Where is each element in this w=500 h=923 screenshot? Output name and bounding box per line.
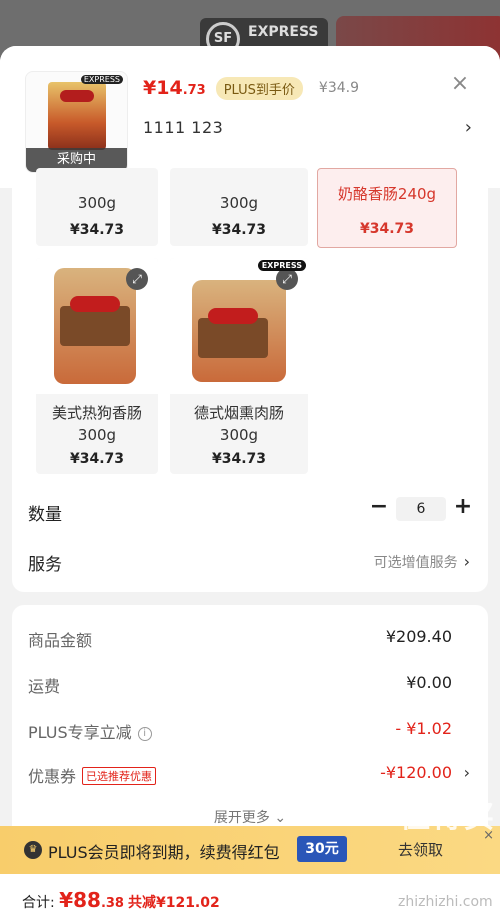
info-icon[interactable]: i (137, 727, 152, 741)
goods-amount-value: ¥209.40 (385, 627, 452, 646)
sausage-package-image (48, 82, 106, 150)
spec-option[interactable]: ⤢ 美式热狗香肠 300g ¥34.73 (36, 258, 158, 474)
plus-price-tag: PLUS到手价 (215, 76, 303, 100)
spec-price: ¥34.73 (69, 222, 125, 238)
spec-weight: 300g (219, 426, 259, 444)
coupon-value: -¥120.00 (380, 763, 452, 782)
expand-icon[interactable]: ⤢ (276, 268, 298, 290)
spec-weight: 300g (77, 426, 117, 444)
quantity-plus-button[interactable]: + (452, 494, 474, 520)
original-price: ¥34.9 (318, 80, 360, 96)
spec-name: 300g (219, 194, 259, 212)
expand-icon[interactable]: ⤢ (126, 268, 148, 290)
quantity-minus-button[interactable]: − (368, 494, 390, 520)
coupon-recommended-tag: 已选推荐优惠 (82, 767, 157, 785)
spec-name: 奶酪香肠240g (337, 185, 437, 203)
plus-discount-row: PLUS专享立减 i - ¥1.02 (28, 719, 472, 743)
spec-options-grid: 300g ¥34.73 300g ¥34.73 奶酪香肠240g ¥34.73 … (12, 168, 488, 592)
spec-option[interactable]: 300g ¥34.73 (170, 168, 308, 246)
current-price: ¥14.73 (143, 77, 206, 99)
sausage-package-image (54, 268, 136, 384)
shipping-label: 运费 (28, 677, 61, 696)
claim-button[interactable]: 去领取 (398, 839, 443, 860)
spec-price: ¥34.73 (69, 451, 125, 467)
watermark-logo: 值得买 (400, 800, 496, 835)
plus-discount-value: - ¥1.02 (395, 719, 452, 738)
sf-express-text: EXPRESS (248, 24, 319, 40)
spec-price: ¥34.73 (359, 221, 415, 237)
coupon-row[interactable]: 优惠券 已选推荐优惠 -¥120.00 › (28, 763, 472, 787)
product-thumbnail[interactable]: EXPRESS 采购中 (25, 71, 128, 173)
sf-express-badge: EXPRESS (257, 260, 306, 271)
product-image: ⤢ EXPRESS (170, 258, 308, 394)
total-saved: 共减¥121.02 (127, 895, 220, 911)
goods-amount-label: 商品金额 (28, 631, 93, 650)
spec-option[interactable]: 300g ¥34.73 (36, 168, 158, 246)
chevron-right-icon: › (463, 552, 470, 571)
banner-text: PLUS会员即将到期，续费得红包 (48, 843, 280, 862)
total-price: 合计: ¥88.38 共减¥121.02 (22, 888, 220, 912)
goods-amount-row: 商品金额 ¥209.40 (28, 627, 472, 651)
service-selector[interactable]: 可选增值服务 › (374, 552, 470, 572)
plus-discount-label: PLUS专享立减 i (28, 719, 152, 743)
spec-price: ¥34.73 (211, 451, 267, 467)
spec-option-selected[interactable]: 奶酪香肠240g ¥34.73 (317, 168, 457, 248)
watermark-url: zhizhizhi.com (398, 894, 493, 910)
coupon-label: 优惠券 已选推荐优惠 (28, 763, 157, 787)
service-label: 服务 (28, 555, 62, 575)
quantity-input[interactable]: 6 (396, 497, 446, 521)
plus-crown-icon: ♛ (24, 841, 42, 859)
close-icon[interactable]: × (450, 73, 470, 95)
shipping-value: ¥0.00 (406, 673, 452, 692)
spec-name: 300g (77, 194, 117, 212)
red-packet-amount: 30元 (297, 836, 347, 862)
shipping-row: 运费 ¥0.00 (28, 673, 472, 697)
chevron-right-icon: › (463, 763, 470, 782)
product-header: EXPRESS 采购中 ¥14.73 PLUS到手价 ¥34.9 × 1111 … (0, 46, 500, 188)
price-row: ¥14.73 PLUS到手价 ¥34.9 (143, 76, 359, 100)
selected-spec-text[interactable]: 1111 123 (143, 118, 223, 137)
spec-name: 美式热狗香肠 (51, 404, 142, 422)
spec-name: 德式烟熏肉肠 (193, 404, 284, 422)
quantity-label: 数量 (28, 505, 62, 525)
spec-price: ¥34.73 (211, 222, 267, 238)
product-image: ⤢ (36, 258, 158, 394)
spec-option[interactable]: ⤢ EXPRESS 德式烟熏肉肠 300g ¥34.73 (170, 258, 308, 474)
sf-express-badge: EXPRESS (80, 75, 123, 84)
sausage-package-image (192, 280, 286, 382)
chevron-right-icon[interactable]: › (465, 117, 472, 138)
